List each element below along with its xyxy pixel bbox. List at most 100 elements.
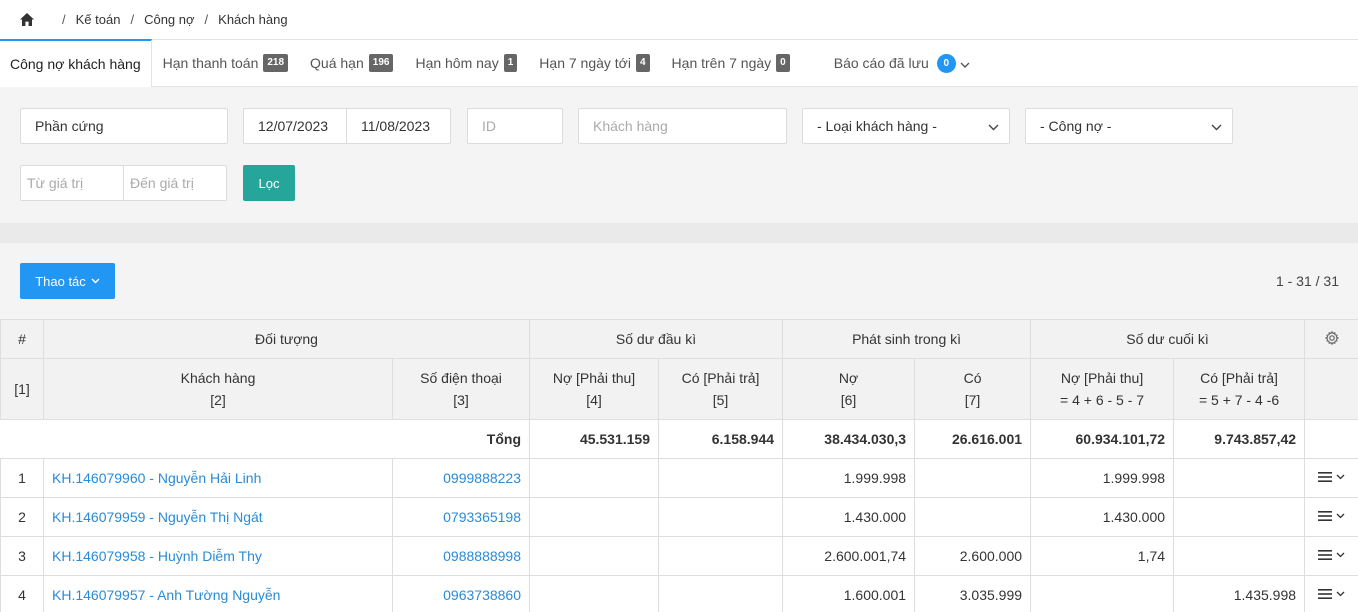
header-credit: Có [7] bbox=[914, 358, 1032, 420]
header-number: [2] bbox=[210, 392, 226, 408]
header-opening-balance: Số dư đầu kì bbox=[529, 319, 784, 359]
cell-open-debit bbox=[529, 458, 660, 498]
debt-type-select[interactable]: - Công nợ - bbox=[1025, 108, 1233, 144]
actions-dropdown-button[interactable]: Thao tác bbox=[20, 263, 115, 299]
value-to-input[interactable]: Đến giá trị bbox=[123, 165, 227, 201]
tab-customer-debt[interactable]: Công nợ khách hàng bbox=[0, 39, 152, 87]
cell-debit: 2.600.001,74 bbox=[782, 536, 916, 576]
customer-link[interactable]: KH.146079959 - Nguyễn Thị Ngát bbox=[43, 497, 393, 537]
cell-open-debit bbox=[529, 575, 660, 612]
home-icon[interactable] bbox=[20, 12, 34, 27]
tab-due-over-7-days[interactable]: Hạn trên 7 ngày 0 bbox=[661, 40, 801, 87]
cell-close-credit bbox=[1173, 536, 1306, 576]
tab-saved-reports[interactable]: Báo cáo đã lưu 0 bbox=[823, 40, 981, 87]
customer-link[interactable]: KH.146079958 - Huỳnh Diễm Thy bbox=[43, 536, 393, 576]
tab-overdue[interactable]: Quá hạn 196 bbox=[299, 40, 404, 87]
row-menu-button[interactable] bbox=[1304, 536, 1358, 576]
total-open-credit: 6.158.944 bbox=[658, 419, 784, 459]
count-badge: 1 bbox=[503, 54, 518, 72]
total-open-debit: 45.531.159 bbox=[529, 419, 660, 459]
breadcrumb-item-accounting[interactable]: Kế toán bbox=[76, 12, 121, 27]
header-object: Đối tượng bbox=[42, 319, 531, 359]
cell-credit bbox=[914, 458, 1032, 498]
header-period-activity: Phát sinh trong kì bbox=[782, 319, 1032, 359]
cell-close-debit: 1,74 bbox=[1030, 536, 1175, 576]
tab-due-next-7-days[interactable]: Hạn 7 ngày tới 4 bbox=[528, 40, 660, 87]
chevron-down-icon bbox=[960, 55, 970, 71]
header-closing-balance: Số dư cuối kì bbox=[1030, 319, 1306, 359]
total-credit: 26.616.001 bbox=[914, 419, 1032, 459]
column-settings[interactable] bbox=[1304, 319, 1358, 359]
pagination-info: 1 - 31 / 31 bbox=[1275, 273, 1339, 289]
date-to-input[interactable]: 11/08/2023 bbox=[346, 108, 451, 144]
phone-link[interactable]: 0793365198 bbox=[391, 497, 531, 537]
header-index: # bbox=[0, 319, 44, 359]
row-menu-button[interactable] bbox=[1304, 575, 1358, 612]
total-debit: 38.434.030,3 bbox=[782, 419, 916, 459]
tab-label: Hạn 7 ngày tới bbox=[539, 55, 631, 71]
header-text: Có [Phải trả] bbox=[681, 370, 760, 386]
tab-payment-due[interactable]: Hạn thanh toán 218 bbox=[152, 40, 299, 87]
row-index: 4 bbox=[0, 575, 44, 612]
cell-open-debit bbox=[529, 497, 660, 537]
header-close-credit: Có [Phải trả] = 5 + 7 - 4 -6 bbox=[1173, 358, 1306, 420]
phone-link[interactable]: 0999888223 bbox=[391, 458, 531, 498]
header-text: Số điện thoại bbox=[420, 370, 502, 386]
count-badge: 4 bbox=[635, 54, 650, 72]
header-customer: Khách hàng [2] bbox=[43, 358, 393, 420]
filter-button[interactable]: Lọc bbox=[243, 165, 295, 201]
menu-icon[interactable] bbox=[1318, 549, 1345, 561]
customer-type-select[interactable]: - Loại khách hàng - bbox=[802, 108, 1010, 144]
header-number: [6] bbox=[840, 392, 857, 408]
breadcrumb-separator: / bbox=[130, 12, 135, 27]
breadcrumb-separator: / bbox=[62, 12, 66, 27]
store-input[interactable]: Phần cứng bbox=[20, 108, 228, 144]
cell-close-debit bbox=[1030, 575, 1175, 612]
header-text: Nợ [Phải thu] bbox=[552, 370, 636, 386]
cell-debit: 1.999.998 bbox=[782, 458, 916, 498]
table-row: 2 KH.146079959 - Nguyễn Thị Ngát 0793365… bbox=[0, 497, 1358, 537]
header-open-credit: Có [Phải trả] [5] bbox=[658, 358, 784, 420]
cell-debit: 1.600.001 bbox=[782, 575, 916, 612]
header-number: [7] bbox=[964, 392, 981, 408]
cell-close-credit bbox=[1173, 497, 1306, 537]
header-formula: = 5 + 7 - 4 -6 bbox=[1198, 392, 1280, 408]
header-actions bbox=[1304, 358, 1358, 420]
cell-open-credit bbox=[658, 575, 784, 612]
value-from-input[interactable]: Từ giá trị bbox=[20, 165, 124, 201]
filter-panel: Phần cứng 12/07/2023 11/08/2023 ID Khách… bbox=[0, 88, 1358, 223]
chevron-down-icon bbox=[91, 278, 100, 284]
cell-close-credit: 1.435.998 bbox=[1173, 575, 1306, 612]
action-bar: Thao tác 1 - 31 / 31 bbox=[0, 243, 1358, 319]
customer-link[interactable]: KH.146079957 - Anh Tường Nguyễn bbox=[43, 575, 393, 612]
row-index: 2 bbox=[0, 497, 44, 537]
cell-close-debit: 1.999.998 bbox=[1030, 458, 1175, 498]
header-open-debit: Nợ [Phải thu] [4] bbox=[529, 358, 660, 420]
count-badge: 0 bbox=[776, 54, 790, 72]
tab-due-today[interactable]: Hạn hôm nay 1 bbox=[404, 40, 528, 87]
breadcrumb-item-customer: Khách hàng bbox=[218, 12, 288, 27]
gear-icon[interactable] bbox=[1324, 330, 1339, 345]
id-input[interactable]: ID bbox=[467, 108, 563, 144]
section-divider bbox=[0, 223, 1358, 243]
row-menu-button[interactable] bbox=[1304, 458, 1358, 498]
customer-input[interactable]: Khách hàng bbox=[578, 108, 787, 144]
cell-debit: 1.430.000 bbox=[782, 497, 916, 537]
customer-link[interactable]: KH.146079960 - Nguyễn Hải Linh bbox=[43, 458, 393, 498]
row-menu-button[interactable] bbox=[1304, 497, 1358, 537]
count-badge: 218 bbox=[263, 54, 289, 72]
phone-link[interactable]: 0988888998 bbox=[391, 536, 531, 576]
cell-credit: 3.035.999 bbox=[914, 575, 1032, 612]
cell-credit: 2.600.000 bbox=[914, 536, 1032, 576]
menu-icon[interactable] bbox=[1318, 588, 1345, 600]
menu-icon[interactable] bbox=[1318, 471, 1345, 483]
tab-label: Báo cáo đã lưu bbox=[833, 55, 929, 71]
button-label: Thao tác bbox=[35, 273, 86, 289]
breadcrumb-item-debt[interactable]: Công nợ bbox=[144, 12, 194, 27]
header-text: Nợ [Phải thu] bbox=[1060, 370, 1144, 386]
menu-icon[interactable] bbox=[1318, 510, 1345, 522]
total-close-credit: 9.743.857,42 bbox=[1173, 419, 1306, 459]
cell-close-credit bbox=[1173, 458, 1306, 498]
date-from-input[interactable]: 12/07/2023 bbox=[243, 108, 347, 144]
phone-link[interactable]: 0963738860 bbox=[391, 575, 531, 612]
